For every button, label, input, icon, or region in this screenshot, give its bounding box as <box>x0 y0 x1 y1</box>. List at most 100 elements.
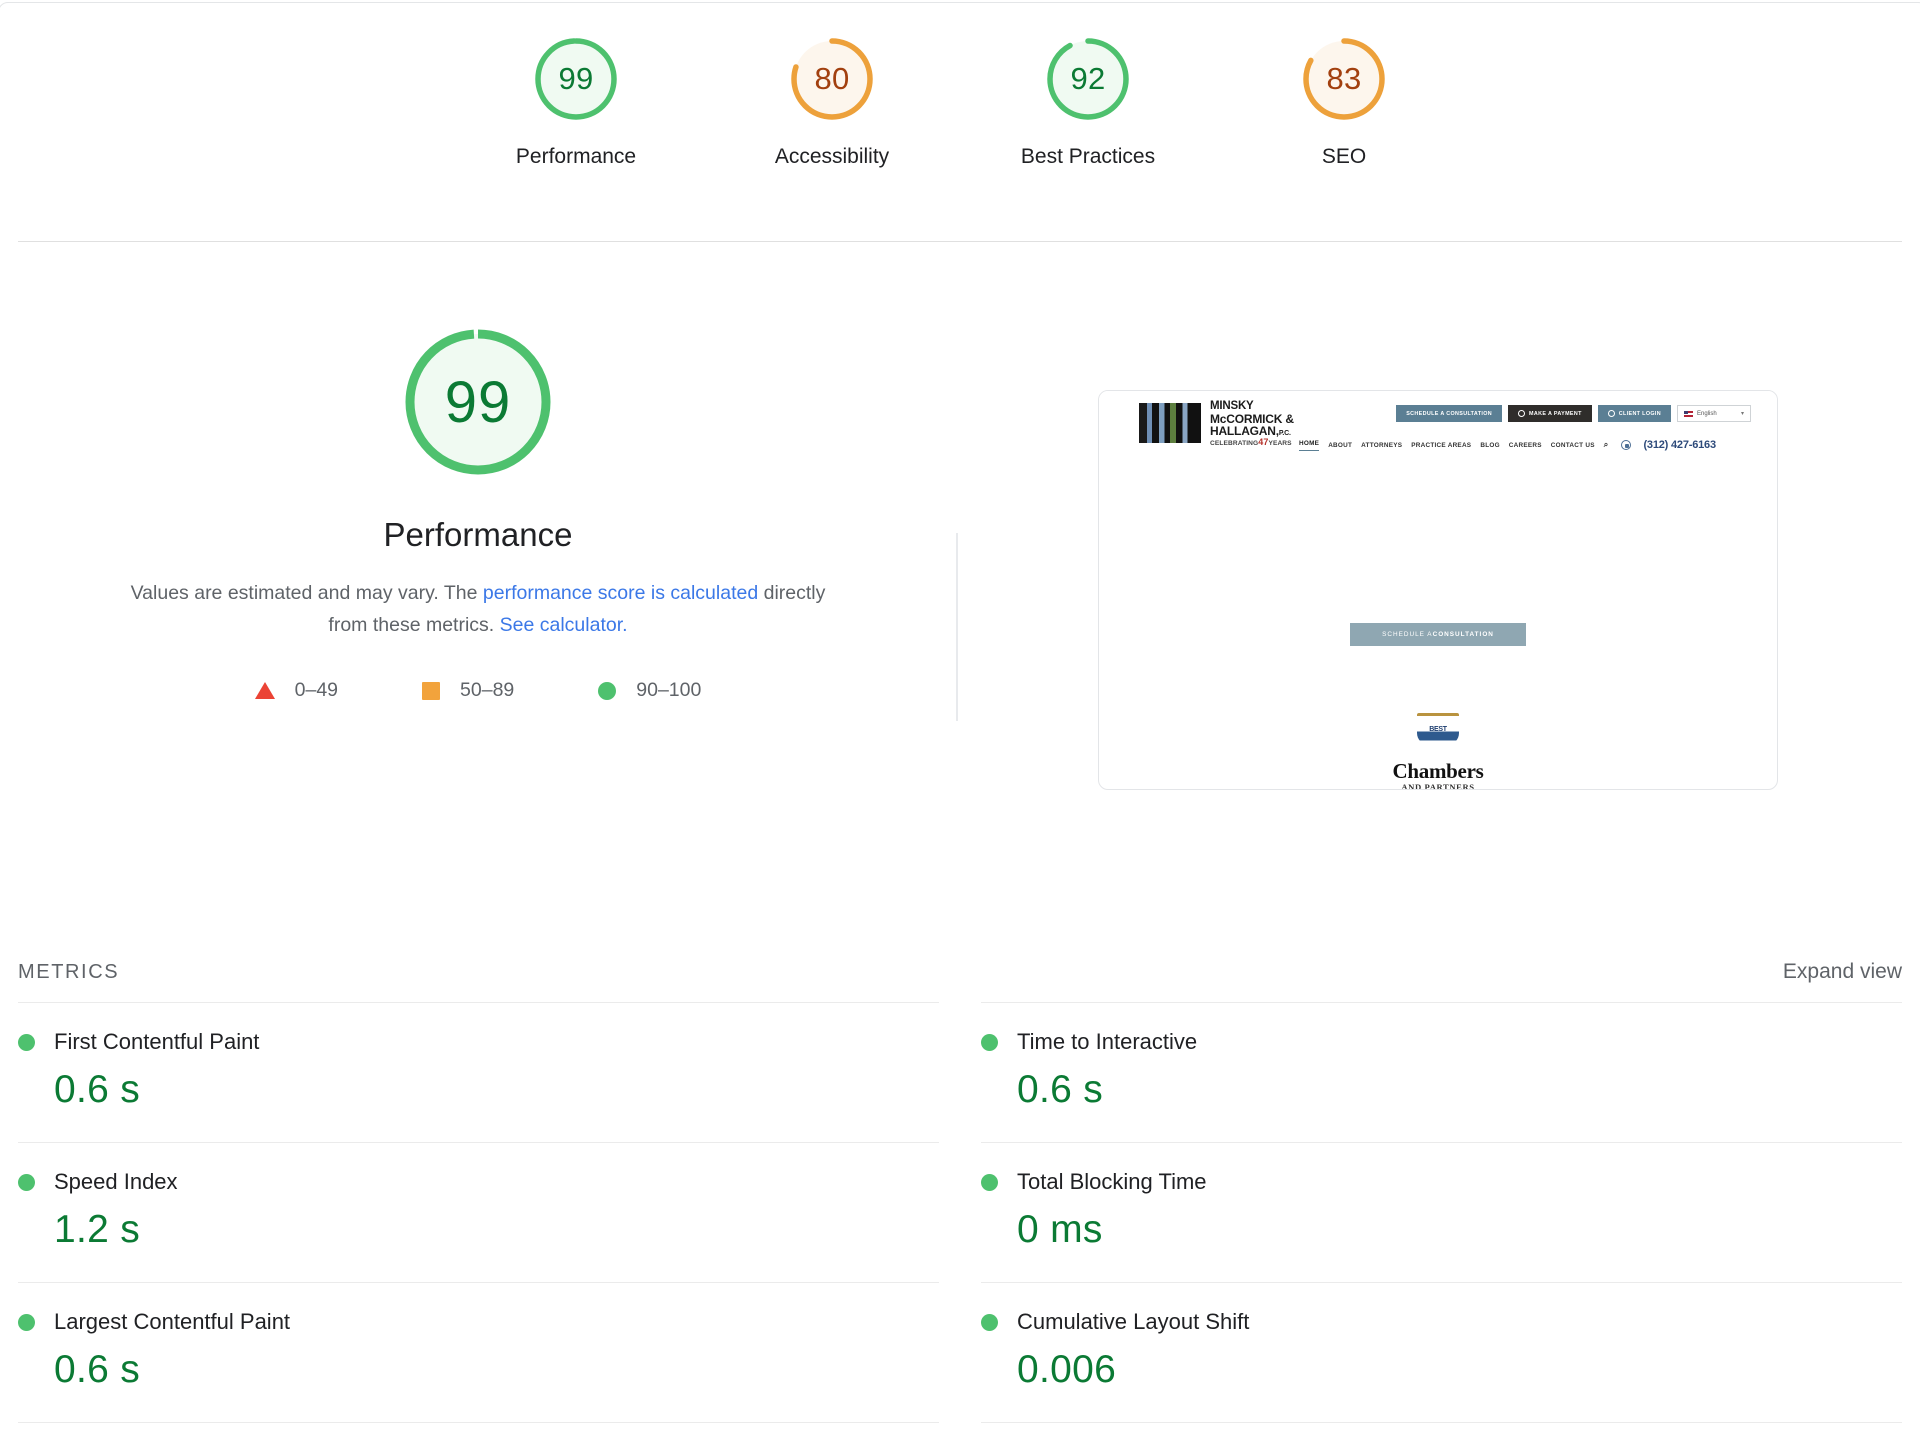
brand-suffix: P.C. <box>1278 429 1291 437</box>
gauge-label: SEO <box>1321 145 1367 168</box>
language-label: English <box>1697 410 1717 417</box>
legend-item-triangle: 0–49 <box>254 679 339 702</box>
site-nav-practice-areas[interactable]: PRACTICE AREAS <box>1411 442 1471 449</box>
performance-gauge: 99 <box>394 318 562 486</box>
performance-score-link[interactable]: performance score is calculated <box>483 582 758 604</box>
cta-pre: SCHEDULE A <box>1382 631 1433 638</box>
pass-circle-icon <box>18 1033 35 1051</box>
square-icon <box>422 681 441 700</box>
metric-value: 0.6 s <box>54 1348 141 1391</box>
legend-label: 0–49 <box>294 679 339 702</box>
metrics-column-right: Time to Interactive 0.6 s Total Blocking T… <box>981 1002 1902 1423</box>
site-nav-attorneys[interactable]: ATTORNEYS <box>1361 442 1402 449</box>
metric-name: First Contentful Paint <box>54 1029 260 1054</box>
gauge-label: Best Practices <box>1020 145 1156 168</box>
site-award-badges: BEST Chambers AND PARTNERS Leading Lawye… <box>1099 713 1777 790</box>
category-score-seo[interactable]: 83 SEO <box>1268 34 1420 169</box>
chambers-title: Chambers <box>1392 759 1484 783</box>
metric-row[interactable]: Largest Contentful Paint 0.6 s <box>18 1282 939 1423</box>
chambers-badge: Chambers AND PARTNERS <box>1392 759 1484 790</box>
performance-description: Values are estimated and may vary. The p… <box>128 578 828 641</box>
performance-gauge-value: 99 <box>444 369 512 435</box>
metrics-section-title: METRICS <box>18 960 120 983</box>
site-button-schedule-a-consultation[interactable]: SCHEDULE A CONSULTATION <box>1396 405 1503 422</box>
category-score-best-practices[interactable]: 92 Best Practices <box>1012 34 1164 169</box>
lighthouse-report-page: 99 Performance 80 Accessibility 92 Best Pract… <box>0 0 1920 1450</box>
site-nav-contact-us[interactable]: CONTACT US <box>1551 442 1595 449</box>
search-icon[interactable]: ⌕ <box>1604 440 1609 450</box>
metric-value: 0.6 s <box>54 1068 141 1111</box>
site-nav-home[interactable]: HOME <box>1299 440 1320 451</box>
metric-row[interactable]: First Contentful Paint 0.6 s <box>18 1002 939 1142</box>
category-score-row: 99 Performance 80 Accessibility 92 Best Pract… <box>0 34 1920 169</box>
gauge: 92 <box>1043 34 1133 124</box>
site-header-buttons: SCHEDULE A CONSULTATION MAKE A PAYMENT CLI… <box>1396 405 1751 422</box>
metric-row[interactable]: Cumulative Layout Shift 0.006 <box>981 1282 1902 1423</box>
top-divider <box>18 241 1902 242</box>
site-nav-blog[interactable]: BLOG <box>1480 442 1499 449</box>
score-legend: 0–49 50–89 90–100 <box>254 679 701 702</box>
pass-circle-icon <box>18 1173 35 1191</box>
gauge-label: Accessibility <box>774 145 890 168</box>
metric-label-line: First Contentful Paint <box>18 1029 939 1055</box>
cta-bold: CONSULTATION <box>1432 631 1494 638</box>
metric-name: Cumulative Layout Shift <box>1017 1309 1250 1334</box>
legend-label: 50–89 <box>460 679 515 702</box>
metric-row[interactable]: Total Blocking Time 0 ms <box>981 1142 1902 1282</box>
phone-icon <box>1621 440 1632 450</box>
triangle-icon <box>254 682 275 700</box>
gauge-value: 83 <box>1326 61 1362 96</box>
metric-label-line: Time to Interactive <box>981 1029 1902 1055</box>
report-body: 99 Performance Values are estimated and … <box>0 260 1920 900</box>
pass-circle-icon <box>981 1033 998 1051</box>
metric-name: Largest Contentful Paint <box>54 1309 291 1334</box>
metric-label-line: Largest Contentful Paint <box>18 1309 939 1335</box>
button-label: CLIENT LOGIN <box>1618 410 1661 417</box>
site-nav: HOME ABOUT ATTORNEYS PRACTICE AREAS BLOG CARE… <box>1299 439 1716 451</box>
button-label: MAKE A PAYMENT <box>1529 410 1582 417</box>
gauge-value: 92 <box>1070 61 1106 96</box>
brand-tagline: CELEBRATING47YEARS <box>1210 437 1292 448</box>
metric-label-line: Cumulative Layout Shift <box>981 1309 1902 1335</box>
metric-label-line: Total Blocking Time <box>981 1169 1902 1195</box>
site-button-client-login[interactable]: CLIENT LOGIN <box>1597 405 1671 422</box>
button-label: SCHEDULE A CONSULTATION <box>1406 410 1493 417</box>
screenshot-column: MINSKY McCORMICK & HALLAGAN,P.C. CELEBRA… <box>956 260 1920 790</box>
see-calculator-link[interactable]: See calculator. <box>500 614 628 636</box>
us-flag-icon <box>1684 410 1693 417</box>
site-phone-number[interactable]: (312) 427-6163 <box>1643 439 1716 451</box>
metric-row[interactable]: Time to Interactive 0.6 s <box>981 1002 1902 1142</box>
pass-circle-icon <box>981 1173 998 1191</box>
category-score-accessibility[interactable]: 80 Accessibility <box>756 34 908 169</box>
site-header: MINSKY McCORMICK & HALLAGAN,P.C. CELEBRA… <box>1099 391 1777 463</box>
desc-text-1: Values are estimated and may vary. The <box>130 582 483 604</box>
metric-label-line: Speed Index <box>18 1169 939 1195</box>
site-cta-button[interactable]: SCHEDULE A CONSULTATION <box>1350 623 1526 646</box>
language-selector[interactable]: English ▾ <box>1677 405 1751 422</box>
category-score-performance[interactable]: 99 Performance <box>500 34 652 169</box>
performance-summary-column: 99 Performance Values are estimated and … <box>0 260 956 702</box>
gauge: 83 <box>1299 34 1389 124</box>
performance-title: Performance <box>383 516 573 553</box>
legend-label: 90–100 <box>636 679 702 702</box>
metric-name: Speed Index <box>54 1169 178 1194</box>
gauge-value: 80 <box>814 61 850 96</box>
brand-line-1: MINSKY <box>1210 400 1254 412</box>
site-button-make-a-payment[interactable]: MAKE A PAYMENT <box>1508 405 1592 422</box>
metric-value: 0.006 <box>1017 1348 1117 1391</box>
metrics-column-left: First Contentful Paint 0.6 s Speed Index 1.… <box>18 1002 939 1423</box>
metric-row[interactable]: Speed Index 1.2 s <box>18 1142 939 1282</box>
legend-item-circle: 90–100 <box>598 679 701 702</box>
chevron-down-icon: ▾ <box>1740 411 1744 417</box>
pass-circle-icon <box>981 1313 998 1331</box>
button-icon <box>1607 410 1615 417</box>
expand-view-button[interactable]: Expand view <box>1783 960 1902 984</box>
final-screenshot-thumbnail[interactable]: MINSKY McCORMICK & HALLAGAN,P.C. CELEBRA… <box>1098 390 1778 790</box>
chambers-subtitle: AND PARTNERS <box>1401 782 1475 790</box>
site-nav-about[interactable]: ABOUT <box>1328 442 1352 449</box>
site-nav-careers[interactable]: CAREERS <box>1509 442 1542 449</box>
metrics-header: METRICS Expand view <box>18 960 1902 984</box>
best-law-firms-badge-icon: BEST <box>1417 713 1459 745</box>
circle-icon <box>598 681 617 700</box>
metrics-grid: First Contentful Paint 0.6 s Speed Index 1.… <box>18 1002 1902 1423</box>
